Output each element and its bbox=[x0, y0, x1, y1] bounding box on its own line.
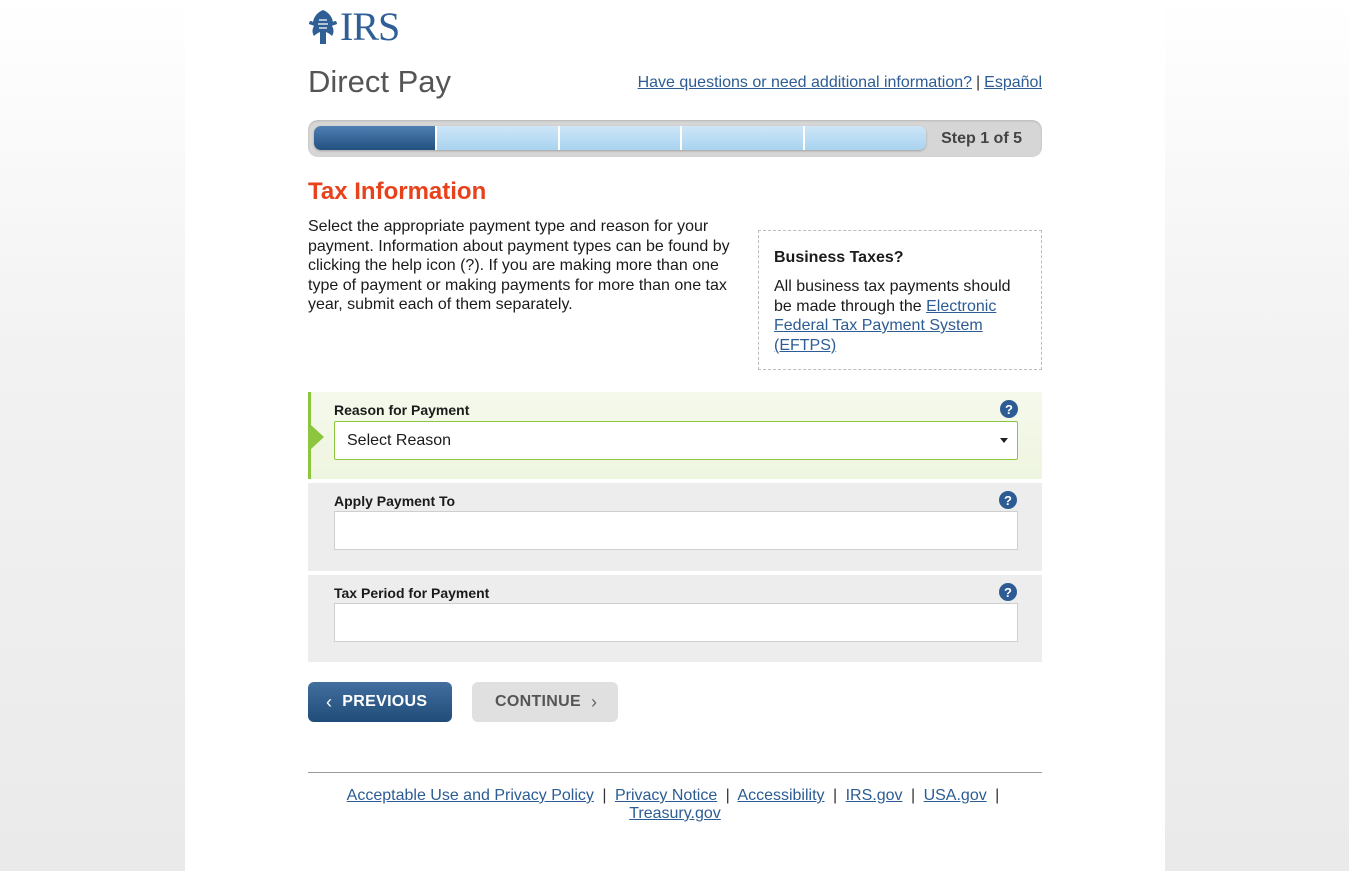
footer-link-privacy-notice[interactable]: Privacy Notice bbox=[615, 787, 717, 804]
reason-select-value: Select Reason bbox=[347, 432, 452, 449]
apply-payment-help-icon[interactable]: ? bbox=[999, 491, 1017, 509]
continue-button[interactable]: CONTINUE › bbox=[472, 682, 618, 722]
progress-step-3 bbox=[557, 126, 681, 150]
apply-payment-label: Apply Payment To bbox=[334, 493, 456, 509]
step-label: Step 1 of 5 bbox=[941, 130, 1022, 147]
progress-step-1 bbox=[314, 126, 435, 150]
continue-button-label: CONTINUE bbox=[495, 693, 581, 710]
tax-period-panel: Tax Period for Payment ? bbox=[308, 575, 1042, 662]
chevron-left-icon: ‹ bbox=[326, 691, 333, 712]
header-links: Have questions or need additional inform… bbox=[638, 74, 1042, 92]
apply-payment-panel: Apply Payment To ? bbox=[308, 483, 1042, 571]
footer-divider bbox=[308, 772, 1042, 773]
progress-step-5 bbox=[803, 126, 926, 150]
reason-label: Reason for Payment bbox=[334, 402, 470, 418]
tax-period-label: Tax Period for Payment bbox=[334, 585, 490, 601]
footer-link-privacy-policy[interactable]: Acceptable Use and Privacy Policy bbox=[347, 787, 594, 804]
footer-link-usa-gov[interactable]: USA.gov bbox=[924, 787, 987, 804]
business-taxes-title: Business Taxes? bbox=[774, 249, 904, 266]
active-field-arrow bbox=[311, 425, 324, 449]
reason-help-icon[interactable]: ? bbox=[1000, 400, 1018, 418]
app-title: Direct Pay bbox=[308, 64, 451, 99]
chevron-down-icon bbox=[1000, 438, 1008, 443]
tax-period-help-icon[interactable]: ? bbox=[999, 583, 1017, 601]
reason-select[interactable]: Select Reason bbox=[334, 421, 1018, 460]
help-link[interactable]: Have questions or need additional inform… bbox=[638, 74, 972, 91]
section-title: Tax Information bbox=[308, 178, 487, 205]
chevron-right-icon: › bbox=[590, 691, 598, 712]
business-taxes-text: All business tax payments should be made… bbox=[774, 277, 1026, 355]
footer-separator: | bbox=[602, 787, 607, 804]
previous-button-label: PREVIOUS bbox=[342, 693, 428, 710]
page-container: IRS Direct Pay Have questions or need ad… bbox=[185, 0, 1165, 871]
footer-separator: | bbox=[832, 787, 838, 804]
footer-link-accessibility[interactable]: Accessibility bbox=[737, 787, 824, 804]
espanol-link[interactable]: Español bbox=[984, 74, 1042, 91]
eagle-emblem-icon bbox=[309, 10, 337, 44]
apply-payment-field[interactable] bbox=[334, 511, 1018, 550]
footer-link-irs-gov[interactable]: IRS.gov bbox=[846, 787, 903, 804]
logo-text: IRS bbox=[340, 4, 400, 49]
progress-step-2 bbox=[434, 126, 558, 150]
progress-track bbox=[314, 126, 926, 150]
reason-panel: Reason for Payment ? Select Reason bbox=[308, 392, 1042, 479]
intro-text: Select the appropriate payment type and … bbox=[308, 218, 730, 313]
footer-separator: | bbox=[725, 787, 730, 804]
previous-button[interactable]: ‹ PREVIOUS bbox=[308, 682, 452, 722]
irs-logo: IRS bbox=[308, 4, 400, 49]
header-separator: | bbox=[976, 74, 981, 91]
footer-link-treasury-gov[interactable]: Treasury.gov bbox=[629, 805, 721, 822]
business-taxes-box: Business Taxes? All business tax payment… bbox=[758, 230, 1042, 370]
footer-links: Acceptable Use and Privacy Policy | Priv… bbox=[308, 787, 1042, 823]
footer-separator: | bbox=[910, 787, 916, 804]
progress-bar: Step 1 of 5 bbox=[308, 120, 1042, 157]
progress-step-4 bbox=[680, 126, 804, 150]
tax-period-field[interactable] bbox=[334, 603, 1018, 642]
footer-separator: | bbox=[995, 787, 1000, 804]
